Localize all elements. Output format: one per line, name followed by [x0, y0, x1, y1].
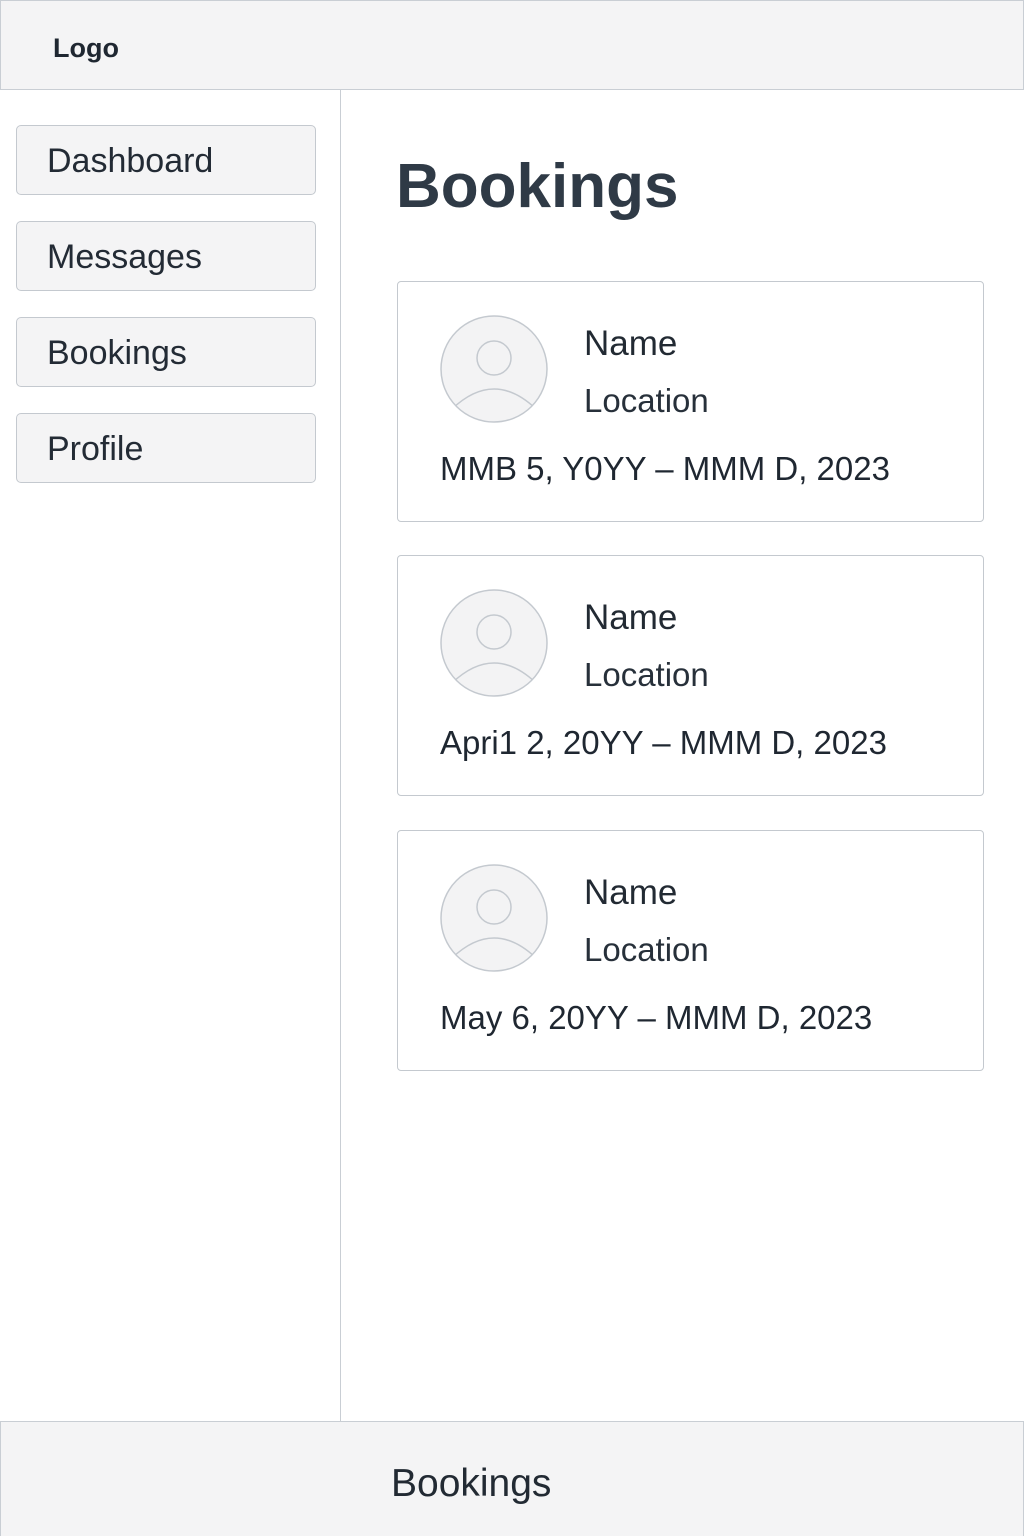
sidebar-item-messages[interactable]: Messages: [16, 221, 316, 291]
user-avatar-icon: [440, 864, 548, 972]
page-title: Bookings: [396, 152, 679, 221]
booking-location: Location: [584, 656, 709, 693]
booking-dates: May 6, 20YY – MMM D, 2023: [440, 999, 873, 1036]
sidebar-item-profile[interactable]: Profile: [16, 413, 316, 483]
booking-card[interactable]: Name Location May 6, 20YY – MMM D, 2023: [397, 830, 984, 1071]
booking-dates: Apri1 2, 20YY – MMM D, 2023: [440, 724, 887, 761]
app-header: Logo: [0, 0, 1024, 90]
user-avatar-icon: [440, 315, 548, 423]
logo[interactable]: Logo: [53, 31, 119, 65]
bottom-bar: Bookings: [0, 1421, 1024, 1536]
booking-location: Location: [584, 931, 709, 968]
booking-location: Location: [584, 382, 709, 419]
booking-card[interactable]: Name Location Apri1 2, 20YY – MMM D, 202…: [397, 555, 984, 796]
sidebar-item-label: Messages: [47, 238, 202, 276]
booking-dates: MMB 5, Y0YY – MMM D, 2023: [440, 450, 890, 487]
booking-name: Name: [584, 324, 678, 363]
sidebar-item-label: Bookings: [47, 334, 187, 372]
bottom-bar-label: Bookings: [391, 1462, 552, 1505]
sidebar-item-dashboard[interactable]: Dashboard: [16, 125, 316, 195]
booking-name: Name: [584, 873, 678, 912]
sidebar-item-label: Dashboard: [47, 142, 214, 180]
user-avatar-icon: [440, 589, 548, 697]
sidebar-item-bookings[interactable]: Bookings: [16, 317, 316, 387]
sidebar: Dashboard Messages Bookings Profile: [0, 90, 341, 1421]
booking-card[interactable]: Name Location MMB 5, Y0YY – MMM D, 2023: [397, 281, 984, 522]
sidebar-item-label: Profile: [47, 430, 144, 468]
booking-name: Name: [584, 598, 678, 637]
